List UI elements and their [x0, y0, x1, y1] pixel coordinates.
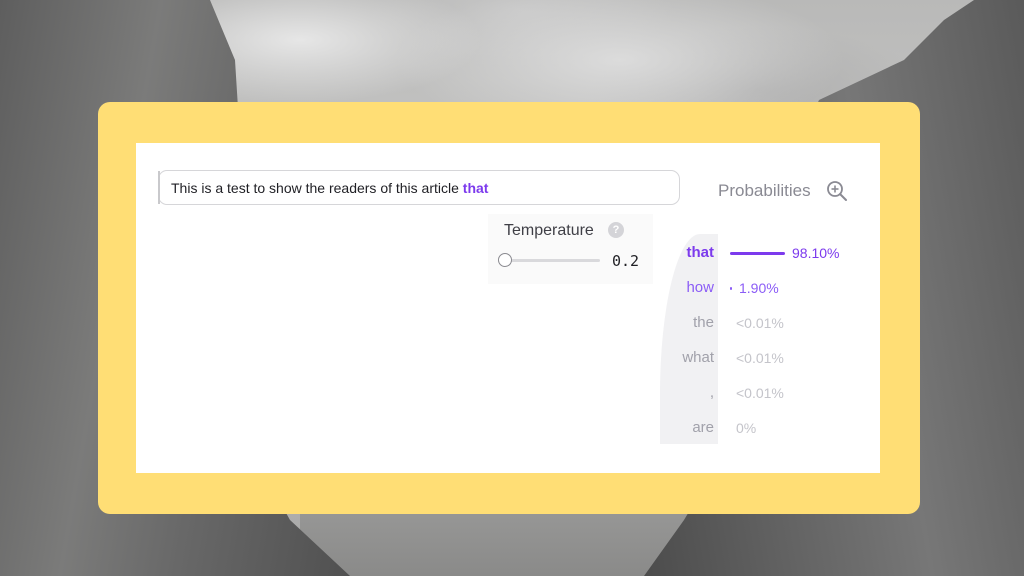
probability-bar — [730, 252, 785, 255]
predicted-token: that — [462, 180, 489, 196]
probability-value: 0% — [736, 420, 757, 436]
token-label: are — [692, 419, 714, 436]
probability-value: 1.90% — [739, 280, 779, 296]
temperature-label: Temperature — [504, 222, 594, 239]
prompt-text-body: This is a test to show the readers of th… — [171, 180, 459, 196]
probability-bar — [730, 287, 732, 290]
text-cursor — [158, 171, 160, 204]
temperature-value: 0.2 — [612, 252, 640, 270]
zoom-in-icon[interactable] — [826, 180, 848, 202]
token-label: , — [709, 384, 714, 401]
probabilities-title: Probabilities — [718, 181, 811, 200]
token-label: that — [686, 244, 715, 261]
temperature-slider-track[interactable] — [504, 259, 600, 262]
token-label: how — [686, 279, 714, 296]
probability-value: <0.01% — [736, 315, 784, 331]
token-label: what — [682, 349, 714, 366]
help-icon[interactable]: ? — [608, 222, 624, 238]
prompt-text: This is a test to show the readers of th… — [171, 180, 488, 196]
demo-card: This is a test to show the readers of th… — [136, 143, 880, 473]
prompt-input[interactable]: This is a test to show the readers of th… — [158, 170, 680, 205]
token-column — [660, 234, 718, 444]
probability-value: <0.01% — [736, 385, 784, 401]
temperature-slider-thumb[interactable] — [498, 253, 512, 267]
token-label: the — [693, 314, 714, 331]
temperature-control: Temperature ? 0.2 — [488, 214, 653, 284]
probability-value: <0.01% — [736, 350, 784, 366]
probability-value: 98.10% — [792, 245, 840, 261]
